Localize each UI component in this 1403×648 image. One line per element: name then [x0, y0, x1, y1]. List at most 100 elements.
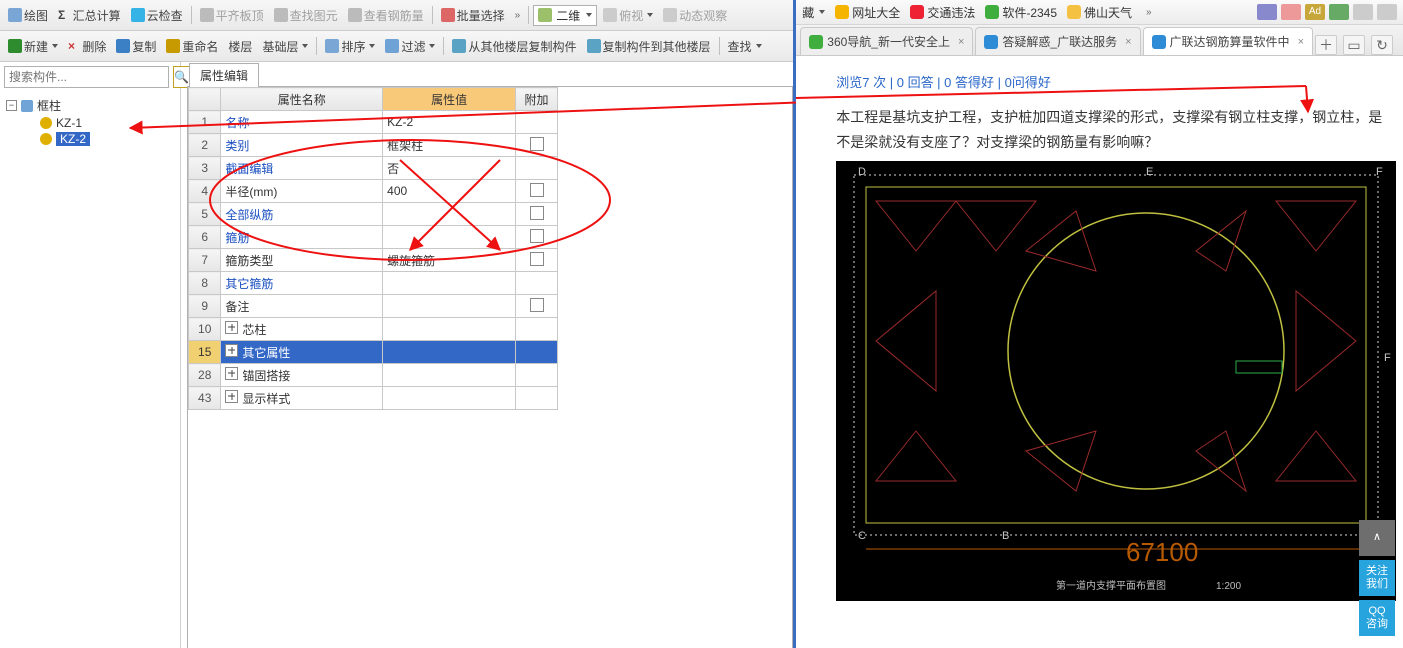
property-extra-cell[interactable]	[516, 341, 558, 364]
property-extra-cell[interactable]	[516, 134, 558, 157]
property-value-cell[interactable]	[383, 341, 516, 364]
property-row[interactable]: 4半径(mm)400	[189, 180, 558, 203]
property-value-cell[interactable]	[383, 387, 516, 410]
toolbar-more[interactable]: »	[511, 10, 525, 21]
property-extra-cell[interactable]	[516, 364, 558, 387]
tab-close[interactable]: ×	[958, 36, 964, 48]
dyn-view-button[interactable]: 动态观察	[659, 5, 731, 26]
tab-360[interactable]: 360导航_新一代安全上 ×	[800, 27, 973, 55]
col-extra[interactable]: 附加	[516, 88, 558, 111]
cloud-check-button[interactable]: 云检查	[127, 5, 187, 26]
property-value-cell[interactable]: 否	[383, 157, 516, 180]
property-extra-cell[interactable]	[516, 272, 558, 295]
property-row[interactable]: 5全部纵筋	[189, 203, 558, 226]
floor-button[interactable]: 楼层	[224, 36, 256, 57]
expand-icon[interactable]	[225, 367, 238, 380]
property-row[interactable]: 7箍筋类型螺旋箍筋	[189, 249, 558, 272]
col-value[interactable]: 属性值	[383, 88, 516, 111]
collapse-icon[interactable]: −	[6, 100, 17, 111]
extension-button[interactable]	[1377, 4, 1397, 20]
checkbox[interactable]	[530, 183, 544, 197]
qq-consult-button[interactable]: QQ 咨询	[1359, 600, 1395, 636]
bookmark-soft[interactable]: 软件-2345	[985, 4, 1057, 21]
tab-qa[interactable]: 答疑解惑_广联达服务 ×	[975, 27, 1140, 55]
search-input[interactable]	[4, 66, 169, 88]
property-row[interactable]: 9备注	[189, 295, 558, 318]
property-value-cell[interactable]	[383, 203, 516, 226]
top-view-button[interactable]: 俯视	[599, 5, 657, 26]
bookmark-traffic[interactable]: 交通违法	[910, 4, 975, 21]
copy-button[interactable]: 复制	[112, 36, 160, 57]
property-row[interactable]: 6箍筋	[189, 226, 558, 249]
property-value-cell[interactable]	[383, 295, 516, 318]
property-extra-cell[interactable]	[516, 226, 558, 249]
filter-button[interactable]: 过滤	[381, 36, 439, 57]
new-button[interactable]: 新建	[4, 36, 62, 57]
extension-button[interactable]	[1257, 4, 1277, 20]
tree-root[interactable]: − 框柱	[6, 96, 174, 115]
extension-button[interactable]	[1353, 4, 1373, 20]
property-value-cell[interactable]	[383, 272, 516, 295]
property-extra-cell[interactable]	[516, 203, 558, 226]
property-row[interactable]: 2类别框架柱	[189, 134, 558, 157]
expand-icon[interactable]	[225, 344, 238, 357]
property-value-cell[interactable]: 400	[383, 180, 516, 203]
expand-icon[interactable]	[225, 390, 238, 403]
rename-button[interactable]: 重命名	[162, 36, 222, 57]
property-extra-cell[interactable]	[516, 249, 558, 272]
checkbox[interactable]	[530, 137, 544, 151]
find-elem-button[interactable]: 查找图元	[270, 5, 342, 26]
property-row[interactable]: 3截面编辑否	[189, 157, 558, 180]
property-row[interactable]: 10芯柱	[189, 318, 558, 341]
property-value-cell[interactable]	[383, 318, 516, 341]
bookmark-more[interactable]: »	[1142, 7, 1156, 18]
property-value-cell[interactable]	[383, 226, 516, 249]
flat-top-button[interactable]: 平齐板顶	[196, 5, 268, 26]
find-button[interactable]: 查找	[724, 36, 766, 57]
tab-property-edit[interactable]: 属性编辑	[189, 63, 259, 87]
property-value-cell[interactable]: 框架柱	[383, 134, 516, 157]
expand-icon[interactable]	[225, 321, 238, 334]
property-row[interactable]: 8其它箍筋	[189, 272, 558, 295]
new-tab-button[interactable]: ＋	[1315, 35, 1337, 55]
follow-us-button[interactable]: 关注 我们	[1359, 560, 1395, 596]
view-rebar-button[interactable]: 查看钢筋量	[344, 5, 428, 26]
checkbox[interactable]	[530, 229, 544, 243]
property-extra-cell[interactable]	[516, 180, 558, 203]
draw-button[interactable]: 绘图	[4, 5, 52, 26]
extension-button[interactable]	[1281, 4, 1301, 20]
base-floor-select[interactable]: 基础层	[258, 36, 312, 57]
delete-button[interactable]: × 删除	[64, 36, 110, 57]
tree-item-kz2[interactable]: KZ-2	[40, 131, 174, 147]
bookmark-weather[interactable]: 佛山天气	[1067, 4, 1132, 21]
property-row[interactable]: 43显示样式	[189, 387, 558, 410]
property-extra-cell[interactable]	[516, 157, 558, 180]
property-row[interactable]: 1名称KZ-2	[189, 111, 558, 134]
property-value-cell[interactable]: KZ-2	[383, 111, 516, 134]
tab-close[interactable]: ×	[1125, 36, 1131, 48]
checkbox[interactable]	[530, 252, 544, 266]
property-extra-cell[interactable]	[516, 111, 558, 134]
tab-overview-button[interactable]: ▭	[1343, 35, 1365, 55]
view-mode-select[interactable]: 二维	[533, 5, 597, 26]
extension-button[interactable]	[1329, 4, 1349, 20]
extension-ad[interactable]: Ad	[1305, 4, 1325, 20]
property-extra-cell[interactable]	[516, 318, 558, 341]
property-extra-cell[interactable]	[516, 295, 558, 318]
copy-to-other-button[interactable]: 复制构件到其他楼层	[583, 36, 715, 57]
checkbox[interactable]	[530, 298, 544, 312]
col-name[interactable]: 属性名称	[221, 88, 383, 111]
bookmark-netnav[interactable]: 网址大全	[835, 4, 900, 21]
sort-button[interactable]: 排序	[321, 36, 379, 57]
tree-item-kz1[interactable]: KZ-1	[40, 115, 174, 131]
sum-button[interactable]: Σ 汇总计算	[54, 5, 125, 26]
tab-close[interactable]: ×	[1298, 36, 1304, 48]
copy-from-other-button[interactable]: 从其他楼层复制构件	[448, 36, 580, 57]
property-value-cell[interactable]	[383, 364, 516, 387]
property-value-cell[interactable]: 螺旋箍筋	[383, 249, 516, 272]
component-tree[interactable]: − 框柱 KZ-1 KZ-2	[0, 92, 180, 648]
property-row[interactable]: 15其它属性	[189, 341, 558, 364]
restore-tab-button[interactable]: ↻	[1371, 35, 1393, 55]
property-extra-cell[interactable]	[516, 387, 558, 410]
tab-current[interactable]: 广联达钢筋算量软件中 ×	[1143, 27, 1313, 55]
